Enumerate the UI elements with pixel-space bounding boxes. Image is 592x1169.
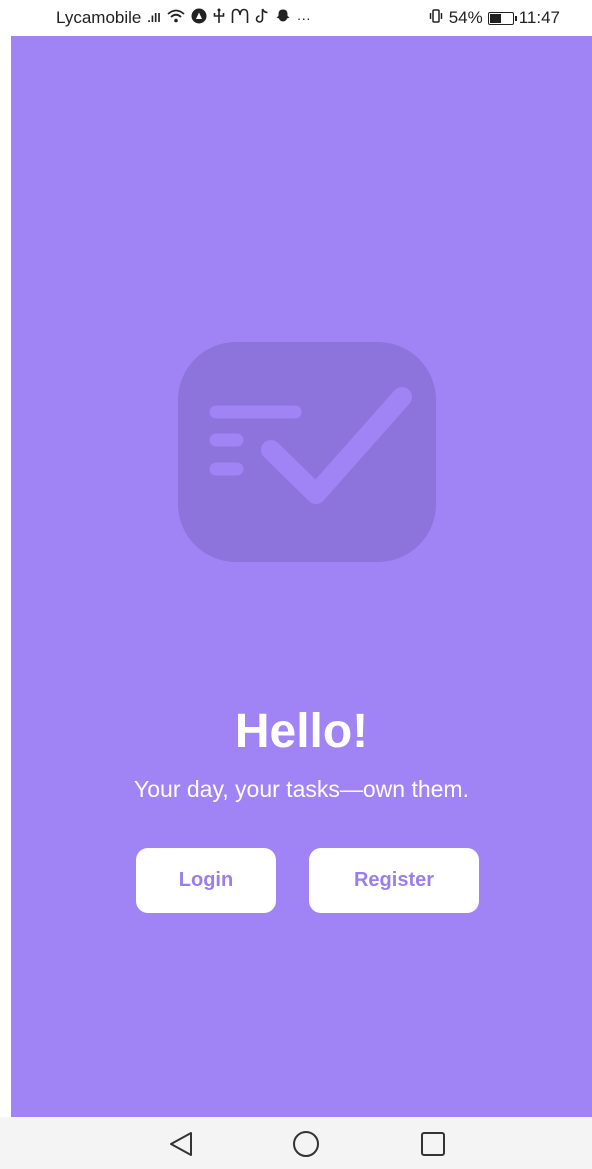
app-logo-tile xyxy=(178,342,436,562)
page-subtitle: Your day, your tasks—own them. xyxy=(134,776,469,802)
wifi-icon xyxy=(167,8,185,28)
battery-level-fill xyxy=(489,13,501,23)
checklist-icon xyxy=(209,387,412,504)
navigation-bar xyxy=(0,1117,592,1169)
status-bar: Lycamobile .ıll ··· 54% 11:47 xyxy=(0,0,592,36)
usb-icon xyxy=(213,8,225,28)
battery-percent: 54% xyxy=(448,8,483,27)
app-background: Hello! Your day, your tasks—own them. Lo… xyxy=(11,36,592,1117)
page-title: Hello! xyxy=(234,705,369,758)
clock-time: 11:47 xyxy=(518,8,560,27)
login-button[interactable]: Login xyxy=(136,848,276,913)
vibrate-icon xyxy=(428,8,444,28)
mcdonalds-icon xyxy=(231,8,249,28)
more-icon: ··· xyxy=(296,10,311,26)
carrier-name: Lycamobile xyxy=(56,8,142,27)
recent-square-icon[interactable] xyxy=(418,1130,448,1158)
battery-icon xyxy=(487,11,517,25)
status-left: Lycamobile .ıll ··· xyxy=(56,8,311,28)
snapchat-icon xyxy=(275,8,291,28)
register-button[interactable]: Register xyxy=(309,848,479,913)
status-right: 54% 11:47 xyxy=(428,8,560,28)
screen: Lycamobile .ıll ··· 54% 11:47 Hello! You… xyxy=(0,0,592,1169)
notification-icon xyxy=(191,8,207,28)
back-triangle-icon[interactable] xyxy=(166,1130,196,1158)
signal-icon: .ıll xyxy=(147,11,161,25)
home-circle-icon[interactable] xyxy=(291,1130,321,1158)
tiktok-icon xyxy=(255,8,269,28)
